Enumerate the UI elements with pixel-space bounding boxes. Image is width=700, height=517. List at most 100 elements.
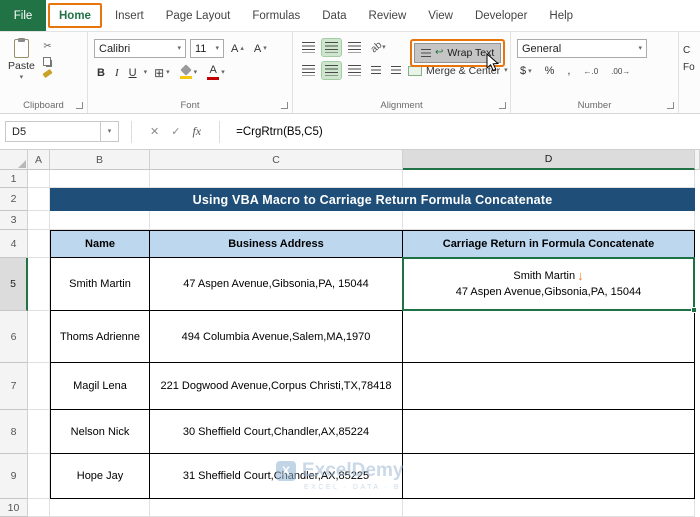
empty-cell[interactable] bbox=[150, 170, 403, 188]
font-name-select[interactable]: Calibri ▾ bbox=[94, 39, 186, 58]
name-cell[interactable]: Hope Jay bbox=[50, 454, 150, 499]
empty-cell[interactable] bbox=[28, 363, 50, 410]
empty-cell[interactable] bbox=[50, 499, 150, 517]
dialog-launcher-icon[interactable] bbox=[667, 102, 674, 109]
tab-view[interactable]: View bbox=[417, 0, 464, 31]
row-header-10[interactable]: 10 bbox=[0, 499, 28, 517]
name-box-dropdown[interactable]: ▾ bbox=[101, 121, 119, 142]
borders-button[interactable]: ⊞ ▾ bbox=[151, 65, 173, 81]
address-cell[interactable]: 221 Dogwood Avenue,Corpus Christi,TX,784… bbox=[150, 363, 403, 410]
comma-button[interactable]: , bbox=[564, 64, 573, 78]
percent-button[interactable]: % bbox=[542, 64, 558, 78]
empty-cell[interactable] bbox=[28, 454, 50, 499]
address-cell[interactable]: 31 Sheffield Court,Chandler,AX,85225 bbox=[150, 454, 403, 499]
row-header-8[interactable]: 8 bbox=[0, 410, 28, 454]
decrease-font-button[interactable]: A ▾ bbox=[251, 42, 270, 56]
row-header-9[interactable]: 9 bbox=[0, 454, 28, 499]
empty-cell[interactable] bbox=[403, 499, 695, 517]
orientation-button[interactable]: ab ▾ bbox=[368, 39, 389, 56]
align-left-button[interactable] bbox=[299, 62, 318, 79]
address-cell[interactable]: 494 Columbia Avenue,Salem,MA,1970 bbox=[150, 311, 403, 363]
align-right-button[interactable] bbox=[345, 62, 364, 79]
align-middle-button[interactable] bbox=[321, 38, 342, 57]
name-cell[interactable]: Smith Martin bbox=[50, 258, 150, 311]
empty-cell[interactable] bbox=[150, 211, 403, 230]
italic-button[interactable]: I bbox=[112, 66, 122, 80]
font-color-button[interactable]: A ▾ bbox=[204, 64, 228, 81]
dialog-launcher-icon[interactable] bbox=[76, 102, 83, 109]
empty-cell[interactable] bbox=[28, 499, 50, 517]
insert-function-button[interactable]: fx bbox=[186, 124, 207, 139]
align-bottom-button[interactable] bbox=[345, 39, 364, 56]
dialog-launcher-icon[interactable] bbox=[281, 102, 288, 109]
align-center-button[interactable] bbox=[321, 61, 342, 80]
table-header-name[interactable]: Name bbox=[50, 230, 150, 258]
tab-page-layout[interactable]: Page Layout bbox=[155, 0, 242, 31]
empty-cell[interactable] bbox=[28, 410, 50, 454]
dialog-launcher-icon[interactable] bbox=[499, 102, 506, 109]
tab-insert[interactable]: Insert bbox=[104, 0, 155, 31]
empty-cell[interactable] bbox=[28, 170, 50, 188]
cut-icon[interactable]: ✂ bbox=[43, 41, 52, 52]
result-cell[interactable] bbox=[403, 311, 695, 363]
empty-cell[interactable] bbox=[50, 211, 150, 230]
fill-handle[interactable] bbox=[691, 307, 697, 313]
row-header-7[interactable]: 7 bbox=[0, 363, 28, 410]
result-cell[interactable] bbox=[403, 410, 695, 454]
col-header-A[interactable]: A bbox=[28, 150, 50, 170]
table-header-result[interactable]: Carriage Return in Formula Concatenate bbox=[403, 230, 695, 258]
increase-font-button[interactable]: A ▴ bbox=[228, 42, 247, 56]
select-all-corner[interactable] bbox=[0, 150, 28, 170]
name-cell[interactable]: Thoms Adrienne bbox=[50, 311, 150, 363]
tab-file[interactable]: File bbox=[0, 0, 46, 31]
tab-help[interactable]: Help bbox=[538, 0, 584, 31]
empty-cell[interactable] bbox=[150, 499, 403, 517]
empty-cell[interactable] bbox=[28, 311, 50, 363]
row-header-4[interactable]: 4 bbox=[0, 230, 28, 258]
decrease-indent-button[interactable] bbox=[368, 63, 384, 78]
table-header-address[interactable]: Business Address bbox=[150, 230, 403, 258]
row-header-3[interactable]: 3 bbox=[0, 211, 28, 230]
empty-cell[interactable] bbox=[28, 230, 50, 258]
row-header-2[interactable]: 2 bbox=[0, 188, 28, 211]
currency-button[interactable]: $ ▾ bbox=[517, 64, 535, 78]
copy-icon[interactable] bbox=[43, 57, 52, 66]
name-cell[interactable]: Nelson Nick bbox=[50, 410, 150, 454]
empty-cell[interactable] bbox=[28, 188, 50, 211]
bold-button[interactable]: B bbox=[94, 66, 108, 80]
fill-color-button[interactable]: ▾ bbox=[177, 64, 201, 80]
font-size-select[interactable]: 11 ▾ bbox=[190, 39, 224, 58]
col-header-C[interactable]: C bbox=[150, 150, 403, 170]
align-top-button[interactable] bbox=[299, 39, 318, 56]
decrease-decimal-button[interactable]: .00→ bbox=[608, 66, 633, 77]
row-header-1[interactable]: 1 bbox=[0, 170, 28, 188]
empty-cell[interactable] bbox=[50, 170, 150, 188]
empty-cell[interactable] bbox=[403, 170, 695, 188]
name-box[interactable]: D5 bbox=[5, 121, 101, 142]
name-cell[interactable]: Magil Lena bbox=[50, 363, 150, 410]
formula-input[interactable]: =CrgRtrn(B5,C5) bbox=[236, 126, 323, 138]
result-cell[interactable] bbox=[403, 454, 695, 499]
row-header-6[interactable]: 6 bbox=[0, 311, 28, 363]
col-header-D[interactable]: D bbox=[403, 150, 695, 170]
number-format-select[interactable]: General ▾ bbox=[517, 39, 647, 58]
result-cell[interactable] bbox=[403, 363, 695, 410]
format-painter-icon[interactable] bbox=[42, 68, 53, 79]
tab-review[interactable]: Review bbox=[358, 0, 418, 31]
result-cell-selected[interactable]: Smith Martin ↓ 47 Aspen Avenue,Gibsonia,… bbox=[402, 257, 697, 313]
title-banner-cell[interactable]: Using VBA Macro to Carriage Return Formu… bbox=[50, 188, 695, 211]
empty-cell[interactable] bbox=[28, 258, 50, 311]
tab-data[interactable]: Data bbox=[311, 0, 357, 31]
address-cell[interactable]: 47 Aspen Avenue,Gibsonia,PA, 15044 bbox=[150, 258, 403, 311]
address-cell[interactable]: 30 Sheffield Court,Chandler,AX,85224 bbox=[150, 410, 403, 454]
empty-cell[interactable] bbox=[28, 211, 50, 230]
paste-button[interactable]: Paste ▾ bbox=[8, 38, 35, 81]
tab-formulas[interactable]: Formulas bbox=[241, 0, 311, 31]
enter-button[interactable]: ✓ bbox=[165, 125, 186, 138]
increase-decimal-button[interactable]: ←.0 bbox=[580, 66, 601, 77]
underline-button[interactable]: U bbox=[126, 66, 140, 80]
increase-indent-button[interactable] bbox=[388, 63, 404, 78]
cancel-button[interactable]: ✕ bbox=[144, 125, 165, 138]
tab-home[interactable]: Home bbox=[48, 3, 102, 28]
col-header-B[interactable]: B bbox=[50, 150, 150, 170]
